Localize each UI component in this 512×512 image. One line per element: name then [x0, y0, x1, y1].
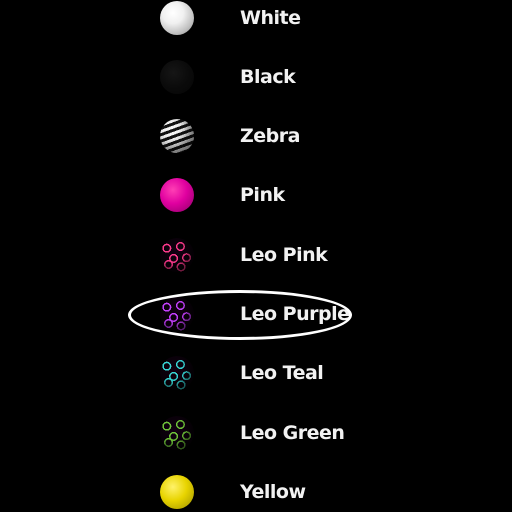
option-label: Leo Teal: [240, 362, 324, 384]
option-leo-green[interactable]: Leo Green: [160, 411, 380, 455]
yellow-ball-icon: [160, 475, 194, 509]
option-leo-teal[interactable]: Leo Teal: [160, 351, 380, 395]
option-label: Leo Purple: [240, 303, 350, 325]
option-zebra[interactable]: Zebra: [160, 114, 380, 158]
color-option-list: White Black Zebra Pink Leo Pink Leo Purp…: [0, 0, 512, 512]
option-leo-purple[interactable]: Leo Purple: [160, 292, 380, 336]
option-label: White: [240, 7, 301, 29]
option-white[interactable]: White: [160, 0, 380, 40]
zebra-ball-icon: [160, 119, 194, 153]
leopard-green-ball-icon: [160, 416, 194, 450]
option-leo-pink[interactable]: Leo Pink: [160, 233, 380, 277]
leopard-purple-ball-icon: [160, 297, 194, 331]
option-label: Yellow: [240, 481, 306, 503]
option-label: Leo Green: [240, 422, 345, 444]
white-ball-icon: [160, 1, 194, 35]
option-yellow[interactable]: Yellow: [160, 470, 380, 512]
option-pink[interactable]: Pink: [160, 173, 380, 217]
leopard-teal-ball-icon: [160, 356, 194, 390]
pink-ball-icon: [160, 178, 194, 212]
black-ball-icon: [160, 60, 194, 94]
option-black[interactable]: Black: [160, 55, 380, 99]
leopard-pink-ball-icon: [160, 238, 194, 272]
option-label: Pink: [240, 184, 285, 206]
option-label: Leo Pink: [240, 244, 328, 266]
option-label: Zebra: [240, 125, 300, 147]
option-label: Black: [240, 66, 296, 88]
